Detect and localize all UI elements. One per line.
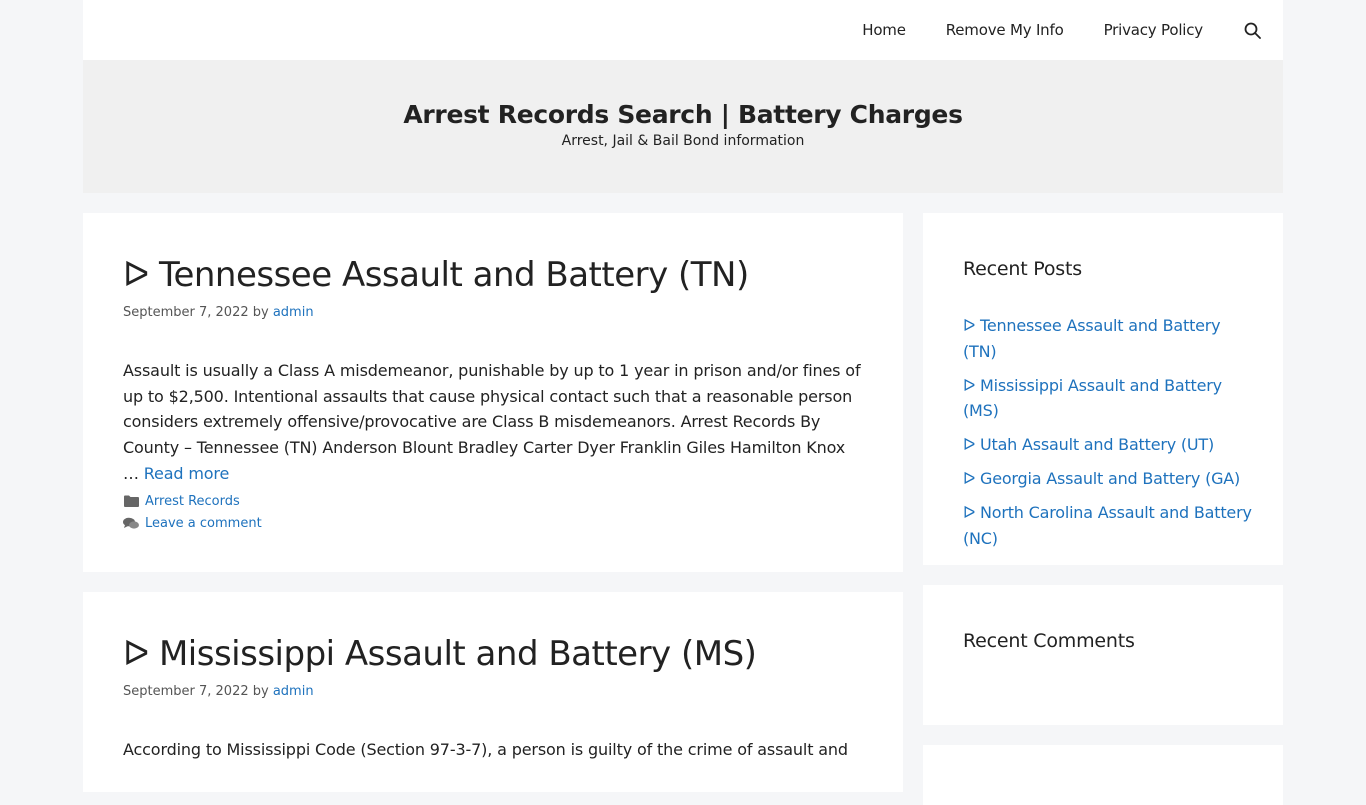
- post-date[interactable]: September 7, 2022: [123, 684, 249, 699]
- recent-post-link[interactable]: ᐅ North Carolina Assault and Battery (NC…: [963, 503, 1252, 548]
- recent-post-link[interactable]: ᐅ Tennessee Assault and Battery (TN): [963, 316, 1221, 361]
- post-category-row: Arrest Records: [123, 490, 262, 512]
- nav-item-remove-my-info[interactable]: Remove My Info: [946, 21, 1064, 39]
- post-article: ᐅ Tennessee Assault and Battery (TN) Sep…: [83, 213, 903, 572]
- widget-title: Recent Comments: [963, 630, 1135, 652]
- nav-item-privacy-policy[interactable]: Privacy Policy: [1104, 21, 1204, 39]
- read-more-link[interactable]: Read more: [144, 464, 230, 483]
- comments-icon: [123, 516, 139, 530]
- recent-post-link[interactable]: ᐅ Utah Assault and Battery (UT): [963, 435, 1214, 454]
- recent-posts-list: ᐅ Tennessee Assault and Battery (TN) ᐅ M…: [963, 313, 1253, 560]
- site-header: Arrest Records Search | Battery Charges …: [83, 60, 1283, 193]
- sidebar-widget: [923, 745, 1283, 805]
- folder-icon: [123, 494, 139, 508]
- nav-item-home[interactable]: Home: [862, 21, 906, 39]
- post-meta: September 7, 2022 by admin: [123, 305, 314, 320]
- post-article: ᐅ Mississippi Assault and Battery (MS) S…: [83, 592, 903, 792]
- widget-title: Recent Posts: [963, 258, 1082, 280]
- post-byline-text: by: [252, 305, 269, 320]
- recent-comments-widget: Recent Comments: [923, 585, 1283, 725]
- list-item: ᐅ North Carolina Assault and Battery (NC…: [963, 500, 1253, 551]
- post-title-link[interactable]: ᐅ Tennessee Assault and Battery (TN): [123, 255, 749, 295]
- post-author-link[interactable]: admin: [273, 305, 314, 320]
- recent-posts-widget: Recent Posts ᐅ Tennessee Assault and Bat…: [923, 213, 1283, 565]
- post-author-link[interactable]: admin: [273, 684, 314, 699]
- post-footer: Arrest Records Leave a comment: [123, 490, 262, 534]
- list-item: ᐅ Tennessee Assault and Battery (TN): [963, 313, 1253, 364]
- primary-menu: Home Remove My Info Privacy Policy: [822, 0, 1263, 60]
- category-link[interactable]: Arrest Records: [145, 494, 240, 509]
- recent-post-link[interactable]: ᐅ Georgia Assault and Battery (GA): [963, 469, 1240, 488]
- post-meta: September 7, 2022 by admin: [123, 684, 314, 699]
- leave-comment-link[interactable]: Leave a comment: [145, 516, 262, 531]
- top-navigation-bar: Home Remove My Info Privacy Policy: [83, 0, 1283, 60]
- post-excerpt: According to Mississippi Code (Section 9…: [123, 740, 848, 759]
- site-title[interactable]: Arrest Records Search | Battery Charges: [83, 100, 1283, 129]
- post-excerpt: Assault is usually a Class A misdemeanor…: [123, 358, 863, 487]
- post-title-link[interactable]: ᐅ Mississippi Assault and Battery (MS): [123, 634, 757, 674]
- list-item: ᐅ Mississippi Assault and Battery (MS): [963, 373, 1253, 424]
- recent-post-link[interactable]: ᐅ Mississippi Assault and Battery (MS): [963, 376, 1222, 421]
- post-byline-text: by: [252, 684, 269, 699]
- post-excerpt-text: Assault is usually a Class A misdemeanor…: [123, 361, 861, 483]
- post-comment-row: Leave a comment: [123, 512, 262, 534]
- post-date[interactable]: September 7, 2022: [123, 305, 249, 320]
- site-description: Arrest, Jail & Bail Bond information: [561, 133, 805, 149]
- search-icon[interactable]: [1241, 19, 1263, 41]
- list-item: ᐅ Georgia Assault and Battery (GA): [963, 466, 1253, 492]
- list-item: ᐅ Utah Assault and Battery (UT): [963, 432, 1253, 458]
